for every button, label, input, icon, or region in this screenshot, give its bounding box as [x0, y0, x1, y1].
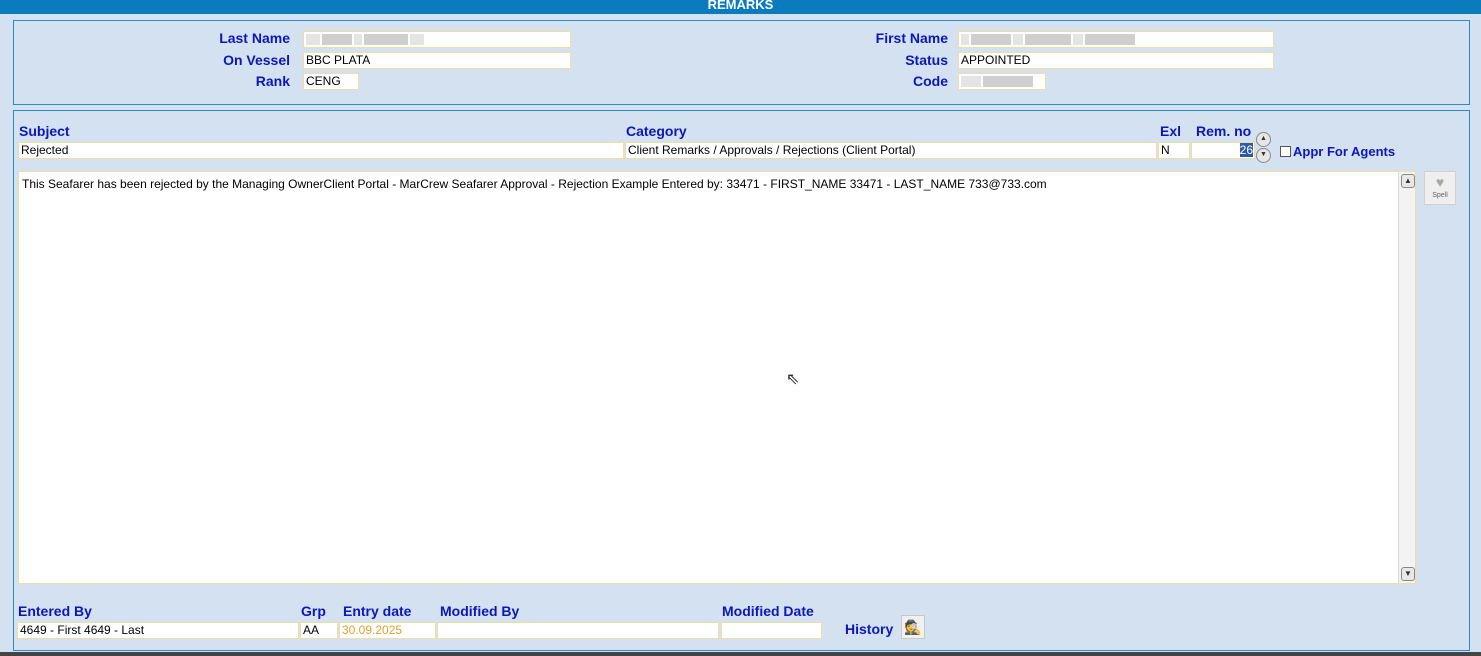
remark-textarea[interactable]: This Seafarer has been rejected by the M…: [18, 171, 1416, 584]
category-select[interactable]: Client Remarks / Approvals / Rejections …: [625, 142, 1157, 159]
appr-for-agents-label: Appr For Agents: [1293, 144, 1396, 159]
rank-field[interactable]: CENG: [303, 73, 359, 90]
rem-no-field[interactable]: 26: [1191, 142, 1255, 159]
modified-date-label: Modified Date: [722, 603, 814, 619]
rem-no-label: Rem. no: [1196, 123, 1252, 139]
rem-no-value: 26: [1239, 143, 1253, 157]
entered-by-field[interactable]: 4649 - First 4649 - Last: [17, 622, 299, 639]
spin-up-icon[interactable]: ▲: [1256, 132, 1271, 147]
window-title: REMARKS: [0, 0, 1481, 14]
on-vessel-label: On Vessel: [223, 52, 290, 68]
mouse-cursor-icon: ⇖: [786, 371, 800, 388]
category-label: Category: [626, 123, 687, 139]
entry-date-label: Entry date: [343, 603, 412, 619]
spell-check-button[interactable]: ♥ Spell: [1424, 171, 1456, 205]
entered-by-label: Entered By: [18, 603, 92, 619]
spell-check-icon: ♥: [1435, 174, 1445, 190]
on-vessel-field[interactable]: BBC PLATA: [303, 52, 571, 69]
rank-label: Rank: [255, 73, 290, 89]
spell-label: Spell: [1432, 192, 1448, 199]
modified-by-field[interactable]: [437, 622, 719, 639]
remark-scrollbar[interactable]: ▲ ▼: [1398, 172, 1415, 583]
remark-text: This Seafarer has been rejected by the M…: [22, 177, 1047, 191]
rem-no-spinner[interactable]: ▲ ▼: [1256, 132, 1271, 163]
last-name-field[interactable]: [303, 31, 571, 48]
grp-label: Grp: [301, 603, 326, 619]
last-name-label: Last Name: [219, 30, 290, 46]
subject-label: Subject: [19, 123, 70, 139]
entry-date-field[interactable]: 30.09.2025: [339, 622, 436, 639]
scroll-down-icon[interactable]: ▼: [1401, 567, 1415, 581]
status-label: Status: [905, 52, 948, 68]
scroll-up-icon[interactable]: ▲: [1401, 174, 1415, 188]
history-icon[interactable]: 🕵: [901, 615, 925, 639]
modified-by-label: Modified By: [440, 603, 520, 619]
appr-for-agents-checkbox[interactable]: [1280, 146, 1291, 157]
grp-field[interactable]: AA: [300, 622, 338, 639]
first-name-field[interactable]: [958, 31, 1274, 48]
history-label: History: [845, 621, 894, 637]
modified-date-field[interactable]: [721, 622, 822, 639]
spin-down-icon[interactable]: ▼: [1256, 148, 1271, 163]
exl-field[interactable]: N: [1158, 142, 1190, 159]
subject-field[interactable]: Rejected: [18, 142, 624, 159]
first-name-label: First Name: [875, 30, 948, 46]
exl-label: Exl: [1160, 123, 1182, 139]
bottom-border: [0, 652, 1481, 656]
code-field[interactable]: [958, 73, 1046, 90]
status-field[interactable]: APPOINTED: [958, 52, 1274, 69]
code-label: Code: [913, 73, 948, 89]
